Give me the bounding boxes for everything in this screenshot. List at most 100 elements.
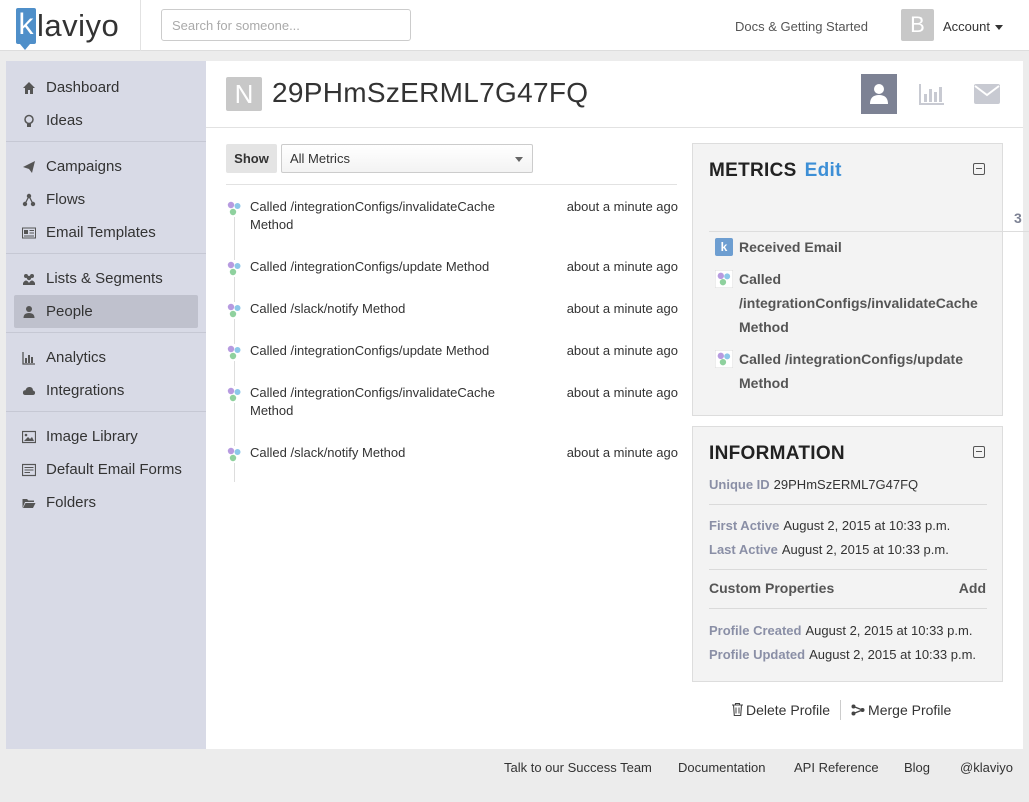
footer-link-api-reference[interactable]: API Reference — [794, 760, 879, 775]
sidebar-item-label: Integrations — [46, 382, 125, 399]
api-metric-icon — [226, 386, 243, 403]
cloud-icon — [22, 386, 36, 395]
event-time: about a minute ago — [566, 445, 678, 460]
profile-updated-value: August 2, 2015 at 10:33 p.m. — [809, 647, 977, 662]
sidebar-item-ideas[interactable]: Ideas — [14, 104, 198, 137]
sidebar-item-label: Lists & Segments — [46, 270, 163, 287]
metric-item[interactable]: Called /integrationConfigs/invalidateCac… — [715, 267, 990, 339]
api-metric-icon — [226, 260, 243, 277]
event-text: Called /integrationConfigs/update Method — [250, 343, 490, 358]
profile-created-label: Profile Created — [709, 623, 802, 638]
search-input[interactable] — [161, 9, 411, 41]
event-time: about a minute ago — [566, 199, 678, 214]
sidebar-item-label: Image Library — [46, 428, 138, 445]
last-active-value: August 2, 2015 at 10:33 p.m. — [781, 542, 949, 557]
merge-profile-button[interactable]: Merge Profile — [851, 702, 951, 718]
sidebar-item-folders[interactable]: Folders — [14, 486, 198, 519]
account-menu[interactable]: Account — [943, 19, 1003, 34]
sidebar-item-integrations[interactable]: Integrations — [14, 374, 198, 407]
profile-created-value: August 2, 2015 at 10:33 p.m. — [805, 623, 973, 638]
api-metric-icon — [226, 344, 243, 361]
info-divider — [709, 504, 987, 505]
trash-icon — [732, 702, 743, 717]
page-title: 29PHmSzERML7G47FQ — [272, 77, 589, 108]
information-panel: INFORMATION Unique ID 29PHmSzERML7G47FQ F… — [692, 426, 1003, 682]
sidebar-item-label: Flows — [46, 191, 86, 208]
side-count: 3 — [1014, 210, 1022, 226]
person-icon — [870, 84, 888, 104]
lightbulb-icon — [24, 114, 34, 127]
sidebar-item-campaigns[interactable]: Campaigns — [14, 150, 198, 183]
footer-link-blog[interactable]: Blog — [904, 760, 930, 775]
event-text: Called /integrationConfigs/invalidateCac… — [250, 385, 495, 418]
collapse-information-button[interactable] — [973, 446, 985, 458]
sidebar-item-label: Default Email Forms — [46, 461, 182, 478]
sidebar-item-label: Dashboard — [46, 79, 120, 96]
sidebar-item-people[interactable]: People — [14, 295, 198, 328]
users-icon — [23, 273, 35, 285]
profile-view-button[interactable] — [861, 74, 897, 114]
collapse-metrics-button[interactable] — [973, 163, 985, 175]
metric-filter-value: All Metrics — [290, 151, 350, 166]
klaviyo-logo[interactable]: k laviyo — [16, 8, 119, 50]
bar-chart-icon — [22, 351, 35, 365]
bar-chart-icon — [919, 84, 944, 105]
last-active-label: Last Active — [709, 542, 778, 557]
event-time: about a minute ago — [566, 385, 678, 400]
api-metric-icon — [226, 302, 243, 319]
sidebar-item-default-email-forms[interactable]: Default Email Forms — [14, 453, 198, 486]
email-view-button[interactable] — [969, 74, 1005, 114]
metric-label: Called /integrationConfigs/invalidateCac… — [739, 271, 978, 335]
add-property-link[interactable]: Add — [959, 580, 986, 596]
edit-metrics-link[interactable]: Edit — [805, 160, 842, 181]
sidebar: Dashboard Ideas Campaigns Flows Email Te… — [6, 61, 206, 749]
merge-icon — [851, 704, 865, 716]
paper-plane-icon — [23, 160, 35, 173]
profile-header: N 29PHmSzERML7G47FQ — [206, 61, 1023, 128]
profile-updated-row: Profile Updated August 2, 2015 at 10:33 p… — [709, 647, 976, 663]
custom-properties-title: Custom Properties — [709, 580, 835, 596]
footer-link-documentation[interactable]: Documentation — [678, 760, 765, 775]
footer-link-success-team[interactable]: Talk to our Success Team — [504, 760, 652, 775]
nav-group: Campaigns Flows Email Templates — [6, 150, 206, 254]
docs-link[interactable]: Docs & Getting Started — [735, 19, 868, 34]
metric-item[interactable]: k Received Email — [715, 235, 990, 259]
info-divider — [709, 569, 987, 570]
metrics-heading: METRICS — [709, 160, 797, 181]
account-label: Account — [943, 19, 990, 34]
unique-id-value: 29PHmSzERML7G47FQ — [773, 477, 919, 492]
nav-group: Analytics Integrations — [6, 341, 206, 412]
sidebar-item-dashboard[interactable]: Dashboard — [14, 71, 198, 104]
sidebar-item-lists-segments[interactable]: Lists & Segments — [14, 262, 198, 295]
feed-divider — [226, 184, 677, 185]
profile-actions: Delete Profile Merge Profile — [732, 700, 951, 720]
sidebar-item-label: Ideas — [46, 112, 83, 129]
sidebar-item-label: Email Templates — [46, 224, 156, 241]
chevron-down-icon — [515, 157, 523, 162]
event-text: Called /integrationConfigs/update Method — [250, 259, 490, 274]
nav-group: Lists & Segments People — [6, 262, 206, 333]
delete-profile-label: Delete Profile — [746, 702, 831, 718]
sidebar-item-label: People — [46, 303, 93, 320]
metrics-panel: METRICS Edit k Received Email Called /int… — [692, 143, 1029, 416]
footer-link-twitter[interactable]: @klaviyo — [960, 760, 1013, 775]
unique-id-row: Unique ID 29PHmSzERML7G47FQ — [709, 477, 918, 493]
metrics-title: METRICS Edit — [709, 160, 842, 182]
sidebar-item-email-templates[interactable]: Email Templates — [14, 216, 198, 249]
klaviyo-k-icon: k — [715, 238, 733, 256]
analytics-view-button[interactable] — [914, 74, 950, 114]
chevron-down-icon — [994, 25, 1003, 31]
metric-filter-select[interactable]: All Metrics — [281, 144, 533, 173]
avatar[interactable]: B — [901, 9, 934, 41]
sidebar-item-flows[interactable]: Flows — [14, 183, 198, 216]
sidebar-item-image-library[interactable]: Image Library — [14, 420, 198, 453]
actions-divider — [840, 700, 842, 720]
sidebar-item-analytics[interactable]: Analytics — [14, 341, 198, 374]
metric-item[interactable]: Called /integrationConfigs/update Method — [715, 347, 990, 395]
person-icon — [23, 305, 35, 318]
profile-created-row: Profile Created August 2, 2015 at 10:33 p… — [709, 623, 972, 639]
first-active-row: First Active August 2, 2015 at 10:33 p.m. — [709, 518, 950, 534]
image-icon — [22, 430, 36, 443]
first-active-label: First Active — [709, 518, 780, 533]
delete-profile-button[interactable]: Delete Profile — [732, 702, 830, 718]
